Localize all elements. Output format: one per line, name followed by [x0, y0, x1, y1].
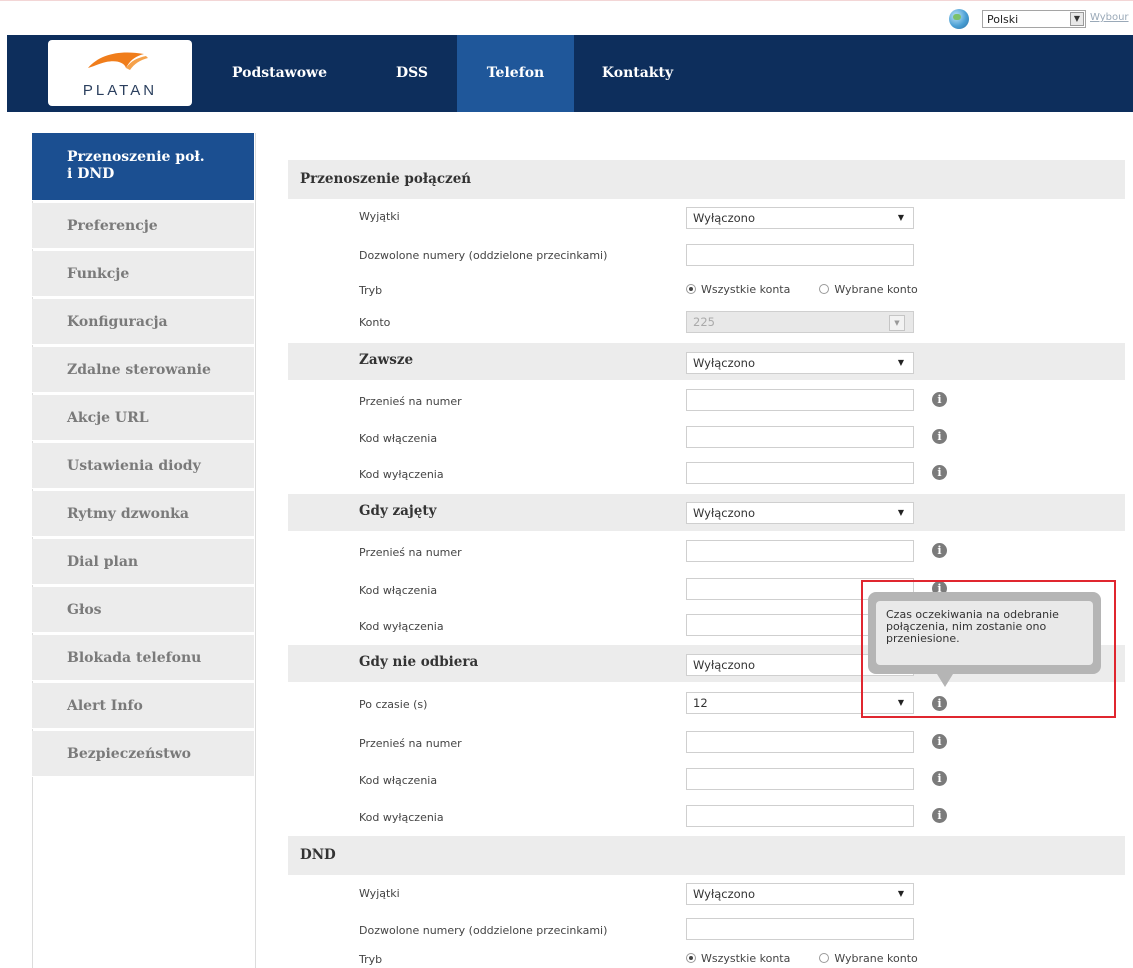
label-always-forward-to: Przenieś na numer [359, 395, 462, 408]
subsection-busy-title: Gdy zajęty [359, 503, 437, 519]
exceptions-value: Wyłączono [693, 211, 756, 225]
label-allowed-numbers: Dozwolone numery (oddzielone przecinkami… [359, 249, 608, 262]
info-icon[interactable]: i [932, 543, 947, 558]
subsection-no-answer-title: Gdy nie odbiera [359, 654, 479, 670]
chevron-down-icon: ▼ [897, 213, 904, 222]
highlight-box [861, 580, 1116, 718]
always-select[interactable]: Wyłączono ▼ [686, 352, 914, 374]
language-select[interactable]: Polski ▼ [982, 10, 1086, 28]
sidebar-item-glos[interactable]: Głos [32, 587, 254, 633]
label-busy-forward-to: Przenieś na numer [359, 546, 462, 559]
exceptions-select[interactable]: Wyłączono ▼ [686, 207, 914, 229]
sidebar-item-alert-info[interactable]: Alert Info [32, 683, 254, 729]
sidebar-item-blokada-telefonu[interactable]: Blokada telefonu [32, 635, 254, 681]
account-value: 225 [693, 315, 715, 329]
info-icon[interactable]: i [932, 808, 947, 823]
label-always-on-code: Kod włączenia [359, 432, 438, 445]
busy-forward-to-input[interactable] [686, 540, 914, 562]
always-off-code-input[interactable] [686, 462, 914, 484]
sidebar-item-akcje-url[interactable]: Akcje URL [32, 395, 254, 441]
language-link[interactable]: Wybour [1090, 12, 1129, 23]
label-always-off-code: Kod wyłączenia [359, 468, 444, 481]
dnd-exceptions-select[interactable]: Wyłączono ▼ [686, 883, 914, 905]
subsection-always-title: Zawsze [359, 352, 414, 368]
top-bar: Polski ▼ Wybour [0, 0, 1133, 35]
sidebar-item-label-line2: i DND [67, 166, 115, 182]
label-exceptions: Wyjątki [359, 210, 400, 223]
dnd-allowed-numbers-input[interactable] [686, 918, 914, 940]
busy-select[interactable]: Wyłączono ▼ [686, 502, 914, 524]
sidebar-item-funkcje[interactable]: Funkcje [32, 251, 254, 297]
label-account: Konto [359, 316, 391, 329]
allowed-numbers-input[interactable] [686, 244, 914, 266]
section-header-forwarding: Przenoszenie połączeń [288, 160, 1125, 199]
sidebar-item-dial-plan[interactable]: Dial plan [32, 539, 254, 585]
sidebar-item-label-line1: Przenoszenie poł. [67, 149, 205, 165]
no-answer-off-code-input[interactable] [686, 805, 914, 827]
tab-telefon[interactable]: Telefon [457, 35, 574, 112]
info-icon[interactable]: i [932, 392, 947, 407]
info-icon[interactable]: i [932, 771, 947, 786]
info-icon[interactable]: i [932, 734, 947, 749]
label-dnd-allowed-numbers: Dozwolone numery (oddzielone przecinkami… [359, 924, 608, 937]
radio-all-accounts-label: Wszystkie konta [701, 283, 791, 296]
sidebar-item-zdalne-sterowanie[interactable]: Zdalne sterowanie [32, 347, 254, 393]
info-icon[interactable]: i [932, 465, 947, 480]
busy-value: Wyłączono [693, 506, 756, 520]
chevron-down-icon: ▼ [1070, 12, 1084, 26]
no-answer-on-code-input[interactable] [686, 768, 914, 790]
label-dnd-exceptions: Wyjątki [359, 887, 400, 900]
chevron-down-icon: ▼ [889, 315, 905, 331]
sidebar-item-rytmy-dzwonka[interactable]: Rytmy dzwonka [32, 491, 254, 537]
language-value: Polski [987, 13, 1019, 26]
label-timeout: Po czasie (s) [359, 698, 428, 711]
radio-selected-account[interactable] [819, 284, 830, 294]
sidebar-item-przenoszenie[interactable]: Przenoszenie poł. i DND [32, 133, 254, 201]
always-forward-to-input[interactable] [686, 389, 914, 411]
label-no-answer-on-code: Kod włączenia [359, 774, 438, 787]
sidebar-item-bezpieczenstwo[interactable]: Bezpieczeństwo [32, 731, 254, 777]
dnd-exceptions-value: Wyłączono [693, 887, 756, 901]
tab-podstawowe[interactable]: Podstawowe [222, 35, 337, 112]
no-answer-forward-to-input[interactable] [686, 731, 914, 753]
radio-dnd-all-accounts-label: Wszystkie konta [701, 952, 791, 965]
always-on-code-input[interactable] [686, 426, 914, 448]
tab-kontakty[interactable]: Kontakty [590, 35, 685, 112]
radio-all-accounts[interactable] [686, 284, 696, 294]
timeout-value: 12 [693, 696, 708, 710]
always-value: Wyłączono [693, 356, 756, 370]
no-answer-value: Wyłączono [693, 658, 756, 672]
dnd-mode-radio-group: Wszystkie konta Wybrane konto [686, 952, 918, 965]
radio-dnd-all-accounts[interactable] [686, 953, 696, 963]
logo-text: PLATAN [82, 82, 158, 99]
tab-dss[interactable]: DSS [372, 35, 452, 112]
platan-logo: PLATAN [48, 40, 192, 106]
label-dnd-mode: Tryb [359, 953, 383, 966]
mode-radio-group: Wszystkie konta Wybrane konto [686, 283, 918, 296]
info-icon[interactable]: i [932, 429, 947, 444]
sidebar-item-konfiguracja[interactable]: Konfiguracja [32, 299, 254, 345]
radio-dnd-selected-account[interactable] [819, 953, 830, 963]
label-mode: Tryb [359, 284, 383, 297]
label-busy-off-code: Kod wyłączenia [359, 620, 444, 633]
label-no-answer-forward-to: Przenieś na numer [359, 737, 462, 750]
globe-icon [949, 9, 969, 29]
account-select: 225 ▼ [686, 311, 914, 333]
radio-selected-account-label: Wybrane konto [834, 283, 918, 296]
platan-swoosh-icon [88, 52, 148, 70]
section-header-dnd: DND [288, 836, 1125, 875]
chevron-down-icon: ▼ [897, 508, 904, 517]
chevron-down-icon: ▼ [897, 889, 904, 898]
label-busy-on-code: Kod włączenia [359, 584, 438, 597]
chevron-down-icon: ▼ [897, 358, 904, 367]
sidebar-item-preferencje[interactable]: Preferencje [32, 203, 254, 249]
label-no-answer-off-code: Kod wyłączenia [359, 811, 444, 824]
sidebar-item-ustawienia-diody[interactable]: Ustawienia diody [32, 443, 254, 489]
radio-dnd-selected-account-label: Wybrane konto [834, 952, 918, 965]
